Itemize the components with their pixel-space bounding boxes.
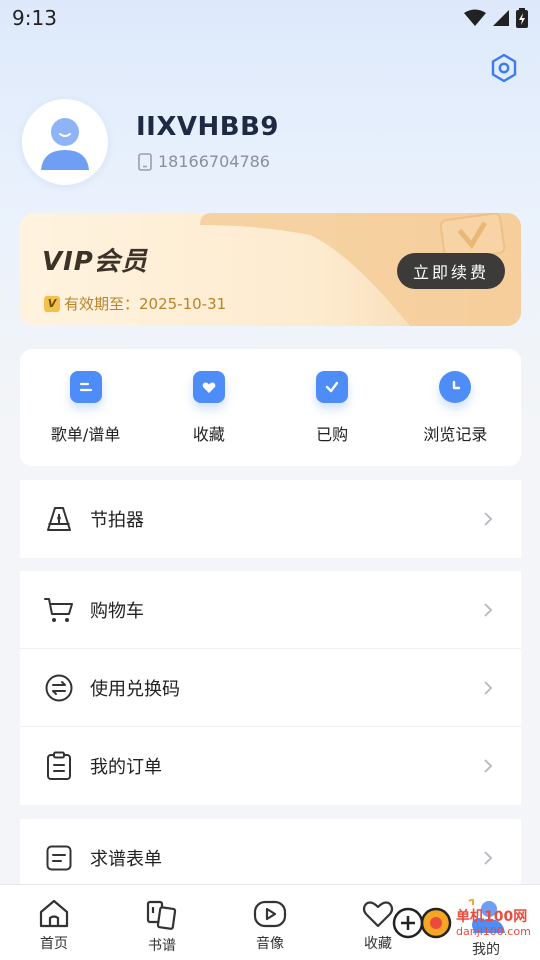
vip-expire-row: V 有效期至：2025-10-31 xyxy=(44,293,226,314)
menu-group-tools: 节拍器 xyxy=(20,480,521,558)
watermark-logo-icon xyxy=(392,907,452,939)
chevron-right-icon xyxy=(484,512,493,526)
phone-row: 18166704786 xyxy=(138,152,270,171)
chevron-right-icon xyxy=(484,602,493,617)
quick-item-playlists[interactable]: 歌单/谱单 xyxy=(26,370,146,445)
vip-card[interactable]: VIP会员 V 有效期至：2025-10-31 立即续费 xyxy=(20,213,521,326)
status-icons xyxy=(464,8,528,28)
menu-label-orders: 我的订单 xyxy=(90,757,162,778)
wifi-icon xyxy=(464,9,486,26)
quick-item-favorites[interactable]: 收藏 xyxy=(149,370,269,445)
tab-label-profile: 我的 xyxy=(472,942,500,958)
favorite-folder-icon xyxy=(192,370,225,403)
tab-video[interactable]: 音像 xyxy=(225,899,315,953)
menu-label-metronome: 节拍器 xyxy=(90,510,144,531)
order-clipboard-icon xyxy=(44,751,74,781)
menu-item-metronome[interactable]: 节拍器 xyxy=(20,480,521,558)
settings-hexagon-icon xyxy=(491,53,517,83)
vip-title: VIP会员 xyxy=(42,247,148,277)
vip-badge-icon: V xyxy=(44,295,60,312)
avatar[interactable] xyxy=(22,99,108,185)
battery-icon xyxy=(516,8,528,28)
menu-label-redeem: 使用兑换码 xyxy=(90,678,180,700)
form-icon xyxy=(44,843,74,873)
quick-item-purchased[interactable]: 已购 xyxy=(272,370,392,445)
home-icon xyxy=(39,899,69,928)
menu-label-request-form: 求谱表单 xyxy=(90,849,162,870)
books-icon xyxy=(146,900,177,930)
status-time: 9:13 xyxy=(12,6,57,30)
tab-books[interactable]: 书谱 xyxy=(117,899,207,955)
default-user-icon xyxy=(41,118,89,170)
quick-label-history: 浏览记录 xyxy=(423,424,488,444)
menu-item-cart[interactable]: 购物车 xyxy=(20,571,521,649)
menu-label-cart: 购物车 xyxy=(90,600,144,622)
vip-expire-text: 有效期至：2025-10-31 xyxy=(64,295,227,313)
cart-icon xyxy=(44,595,74,625)
metronome-icon xyxy=(44,504,74,534)
username: IIXVHBB9 xyxy=(136,112,280,142)
chevron-right-icon xyxy=(484,759,493,773)
history-clock-icon xyxy=(439,370,472,403)
chevron-right-icon xyxy=(484,851,493,865)
settings-button[interactable] xyxy=(488,52,520,84)
exchange-icon xyxy=(44,673,74,703)
purchased-clipboard-icon xyxy=(316,370,349,403)
signal-icon xyxy=(493,10,509,26)
tab-label-video: 音像 xyxy=(256,936,284,952)
tab-label-books: 书谱 xyxy=(148,938,176,954)
renew-button[interactable]: 立即续费 xyxy=(397,253,505,289)
menu-group-shopping: 购物车 使用兑换码 我的订单 xyxy=(20,571,521,805)
watermark-text: 单机100网 xyxy=(456,908,528,925)
quick-label-purchased: 已购 xyxy=(316,424,349,444)
quick-actions: 歌单/谱单 收藏 已购 浏览记录 xyxy=(20,349,521,466)
list-icon xyxy=(69,370,102,403)
tab-label-home: 首页 xyxy=(40,936,68,952)
watermark-sub: danji100.com xyxy=(456,924,531,938)
menu-item-orders[interactable]: 我的订单 xyxy=(20,727,521,805)
chevron-right-icon xyxy=(484,680,493,695)
video-icon xyxy=(253,900,287,928)
phone-number: 18166704786 xyxy=(158,152,270,171)
heart-icon xyxy=(362,901,394,928)
menu-item-redeem[interactable]: 使用兑换码 xyxy=(20,649,521,727)
tab-home[interactable]: 首页 xyxy=(9,899,99,953)
watermark: 单机100网 danji100.com xyxy=(392,906,531,940)
tab-label-favorites: 收藏 xyxy=(364,936,392,952)
status-bar: 9:13 xyxy=(0,0,540,36)
quick-label-favorites: 收藏 xyxy=(192,424,225,444)
quick-label-playlists: 歌单/谱单 xyxy=(50,424,121,444)
quick-item-history[interactable]: 浏览记录 xyxy=(395,370,515,445)
phone-icon xyxy=(138,152,152,171)
